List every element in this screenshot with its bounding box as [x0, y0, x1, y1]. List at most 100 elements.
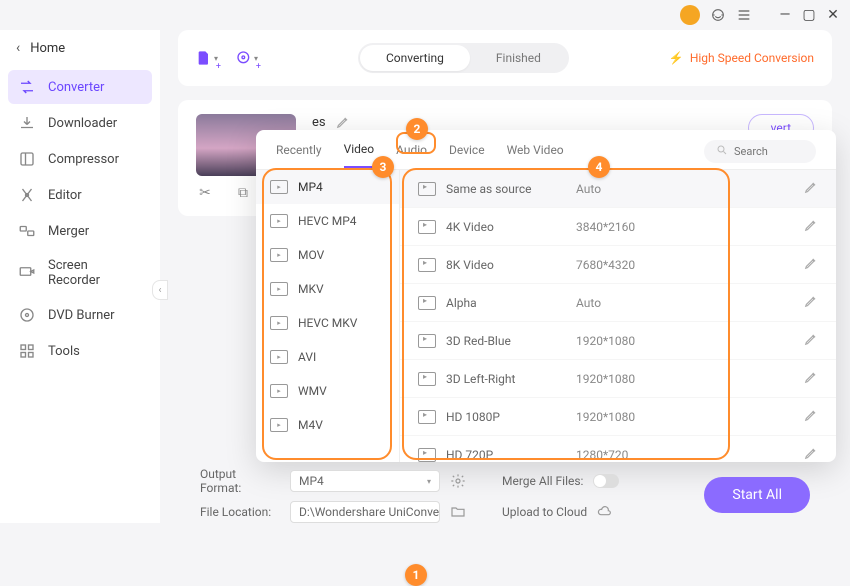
resolution-item[interactable]: 3D Red-Blue1920*1080	[400, 322, 836, 360]
format-icon: ▸	[270, 418, 288, 432]
format-picker: Recently Video Audio Device Web Video ▸M…	[256, 130, 836, 462]
search-input[interactable]	[734, 145, 804, 158]
resolution-item[interactable]: HD 720P1280*720	[400, 436, 836, 462]
format-icon: ▸	[270, 282, 288, 296]
edit-icon[interactable]	[804, 332, 818, 349]
resolution-label: 4K Video	[446, 220, 576, 234]
sidebar-item-label: Screen Recorder	[48, 258, 142, 288]
minimize-button[interactable]: —	[778, 8, 792, 22]
close-button[interactable]: ✕	[826, 8, 840, 22]
plus-icon: +	[216, 62, 221, 72]
folder-icon[interactable]	[450, 504, 466, 520]
picker-tab-video[interactable]: Video	[344, 142, 375, 168]
cloud-icon[interactable]	[597, 504, 613, 520]
video-icon	[418, 220, 436, 234]
resolution-item[interactable]: 4K Video3840*2160	[400, 208, 836, 246]
step-marker-4: 4	[588, 156, 610, 178]
sidebar-item-merger[interactable]: Merger	[8, 214, 152, 248]
edit-icon[interactable]	[804, 446, 818, 462]
format-icon: ▸	[270, 180, 288, 194]
video-icon	[418, 372, 436, 386]
screen-recorder-icon	[18, 264, 36, 282]
tab-finished[interactable]: Finished	[470, 45, 567, 71]
picker-tab-device[interactable]: Device	[449, 143, 485, 167]
add-dvd-button[interactable]: + ▾	[236, 47, 258, 69]
high-speed-toggle[interactable]: ⚡ High Speed Conversion	[669, 51, 814, 65]
sidebar-item-compressor[interactable]: Compressor	[8, 142, 152, 176]
back-icon: ‹	[16, 40, 20, 56]
video-icon	[418, 182, 436, 196]
resolution-label: 3D Left-Right	[446, 372, 576, 386]
resolution-item[interactable]: Same as sourceAuto	[400, 170, 836, 208]
support-icon[interactable]	[710, 7, 726, 23]
sidebar-item-tools[interactable]: Tools	[8, 334, 152, 368]
format-item[interactable]: ▸AVI	[256, 340, 399, 374]
edit-icon[interactable]	[804, 256, 818, 273]
chevron-down-icon: ▾	[427, 477, 431, 486]
edit-icon[interactable]	[804, 370, 818, 387]
format-label: M4V	[298, 418, 323, 432]
sidebar-item-label: Tools	[48, 344, 80, 359]
picker-tab-web[interactable]: Web Video	[507, 143, 564, 167]
video-icon	[418, 334, 436, 348]
format-icon: ▸	[270, 248, 288, 262]
video-icon	[418, 448, 436, 462]
edit-title-icon[interactable]	[336, 114, 352, 130]
picker-search[interactable]	[704, 140, 816, 163]
resolution-label: 8K Video	[446, 258, 576, 272]
format-item[interactable]: ▸MOV	[256, 238, 399, 272]
settings-icon[interactable]	[450, 473, 466, 489]
tab-converting[interactable]: Converting	[360, 45, 470, 71]
video-icon	[418, 258, 436, 272]
avatar[interactable]	[680, 5, 700, 25]
format-item[interactable]: ▸HEVC MKV	[256, 306, 399, 340]
step-marker-1: 1	[405, 564, 427, 586]
sidebar-item-label: Compressor	[48, 152, 119, 167]
picker-tab-recently[interactable]: Recently	[276, 143, 322, 167]
menu-icon[interactable]	[736, 7, 752, 23]
edit-icon[interactable]	[804, 180, 818, 197]
resolution-value: 3840*2160	[576, 220, 804, 234]
resolution-label: HD 720P	[446, 448, 576, 462]
resolution-item[interactable]: AlphaAuto	[400, 284, 836, 322]
sidebar-item-screen-recorder[interactable]: Screen Recorder	[8, 250, 152, 296]
file-location-select[interactable]: D:\Wondershare UniConverter 1 ▾	[290, 501, 440, 523]
resolution-item[interactable]: 3D Left-Right1920*1080	[400, 360, 836, 398]
plus-icon: +	[256, 62, 261, 72]
resolution-value: 1280*720	[576, 448, 804, 462]
format-label: MKV	[298, 282, 324, 296]
resolution-item[interactable]: 8K Video7680*4320	[400, 246, 836, 284]
picker-tab-audio[interactable]: Audio	[396, 143, 427, 167]
format-item[interactable]: ▸ WMV	[256, 374, 399, 408]
edit-icon[interactable]	[804, 408, 818, 425]
high-speed-label: High Speed Conversion	[690, 51, 814, 65]
edit-icon[interactable]	[804, 218, 818, 235]
sidebar-item-downloader[interactable]: Downloader	[8, 106, 152, 140]
sidebar-item-converter[interactable]: Converter	[8, 70, 152, 104]
sidebar-item-label: DVD Burner	[48, 308, 115, 323]
output-format-select[interactable]: MP4 ▾	[290, 470, 440, 492]
resolution-item[interactable]: HD 1080P1920*1080	[400, 398, 836, 436]
format-item[interactable]: ▸ MKV	[256, 272, 399, 306]
merge-toggle[interactable]	[593, 474, 619, 488]
home-label: Home	[30, 41, 65, 56]
sidebar-item-dvd-burner[interactable]: DVD Burner	[8, 298, 152, 332]
home-button[interactable]: ‹ Home	[0, 30, 160, 66]
crop-icon[interactable]: ⧉	[234, 184, 252, 202]
dvd-icon	[18, 306, 36, 324]
video-title: es	[312, 115, 326, 130]
format-icon: ▸	[270, 384, 288, 398]
add-file-button[interactable]: + ▾	[196, 47, 218, 69]
sidebar-item-label: Merger	[48, 224, 89, 239]
edit-icon[interactable]	[804, 294, 818, 311]
format-label: HEVC MKV	[298, 316, 357, 330]
format-item[interactable]: ▸ M4V	[256, 408, 399, 442]
format-label: WMV	[298, 384, 327, 398]
sidebar-item-editor[interactable]: Editor	[8, 178, 152, 212]
format-item[interactable]: ▸HEVC MP4	[256, 204, 399, 238]
start-all-button[interactable]: Start All	[704, 477, 810, 513]
sidebar-item-label: Downloader	[48, 116, 117, 131]
maximize-button[interactable]: ▢	[802, 8, 816, 22]
trim-icon[interactable]: ✂	[196, 184, 214, 202]
editor-icon	[18, 186, 36, 204]
